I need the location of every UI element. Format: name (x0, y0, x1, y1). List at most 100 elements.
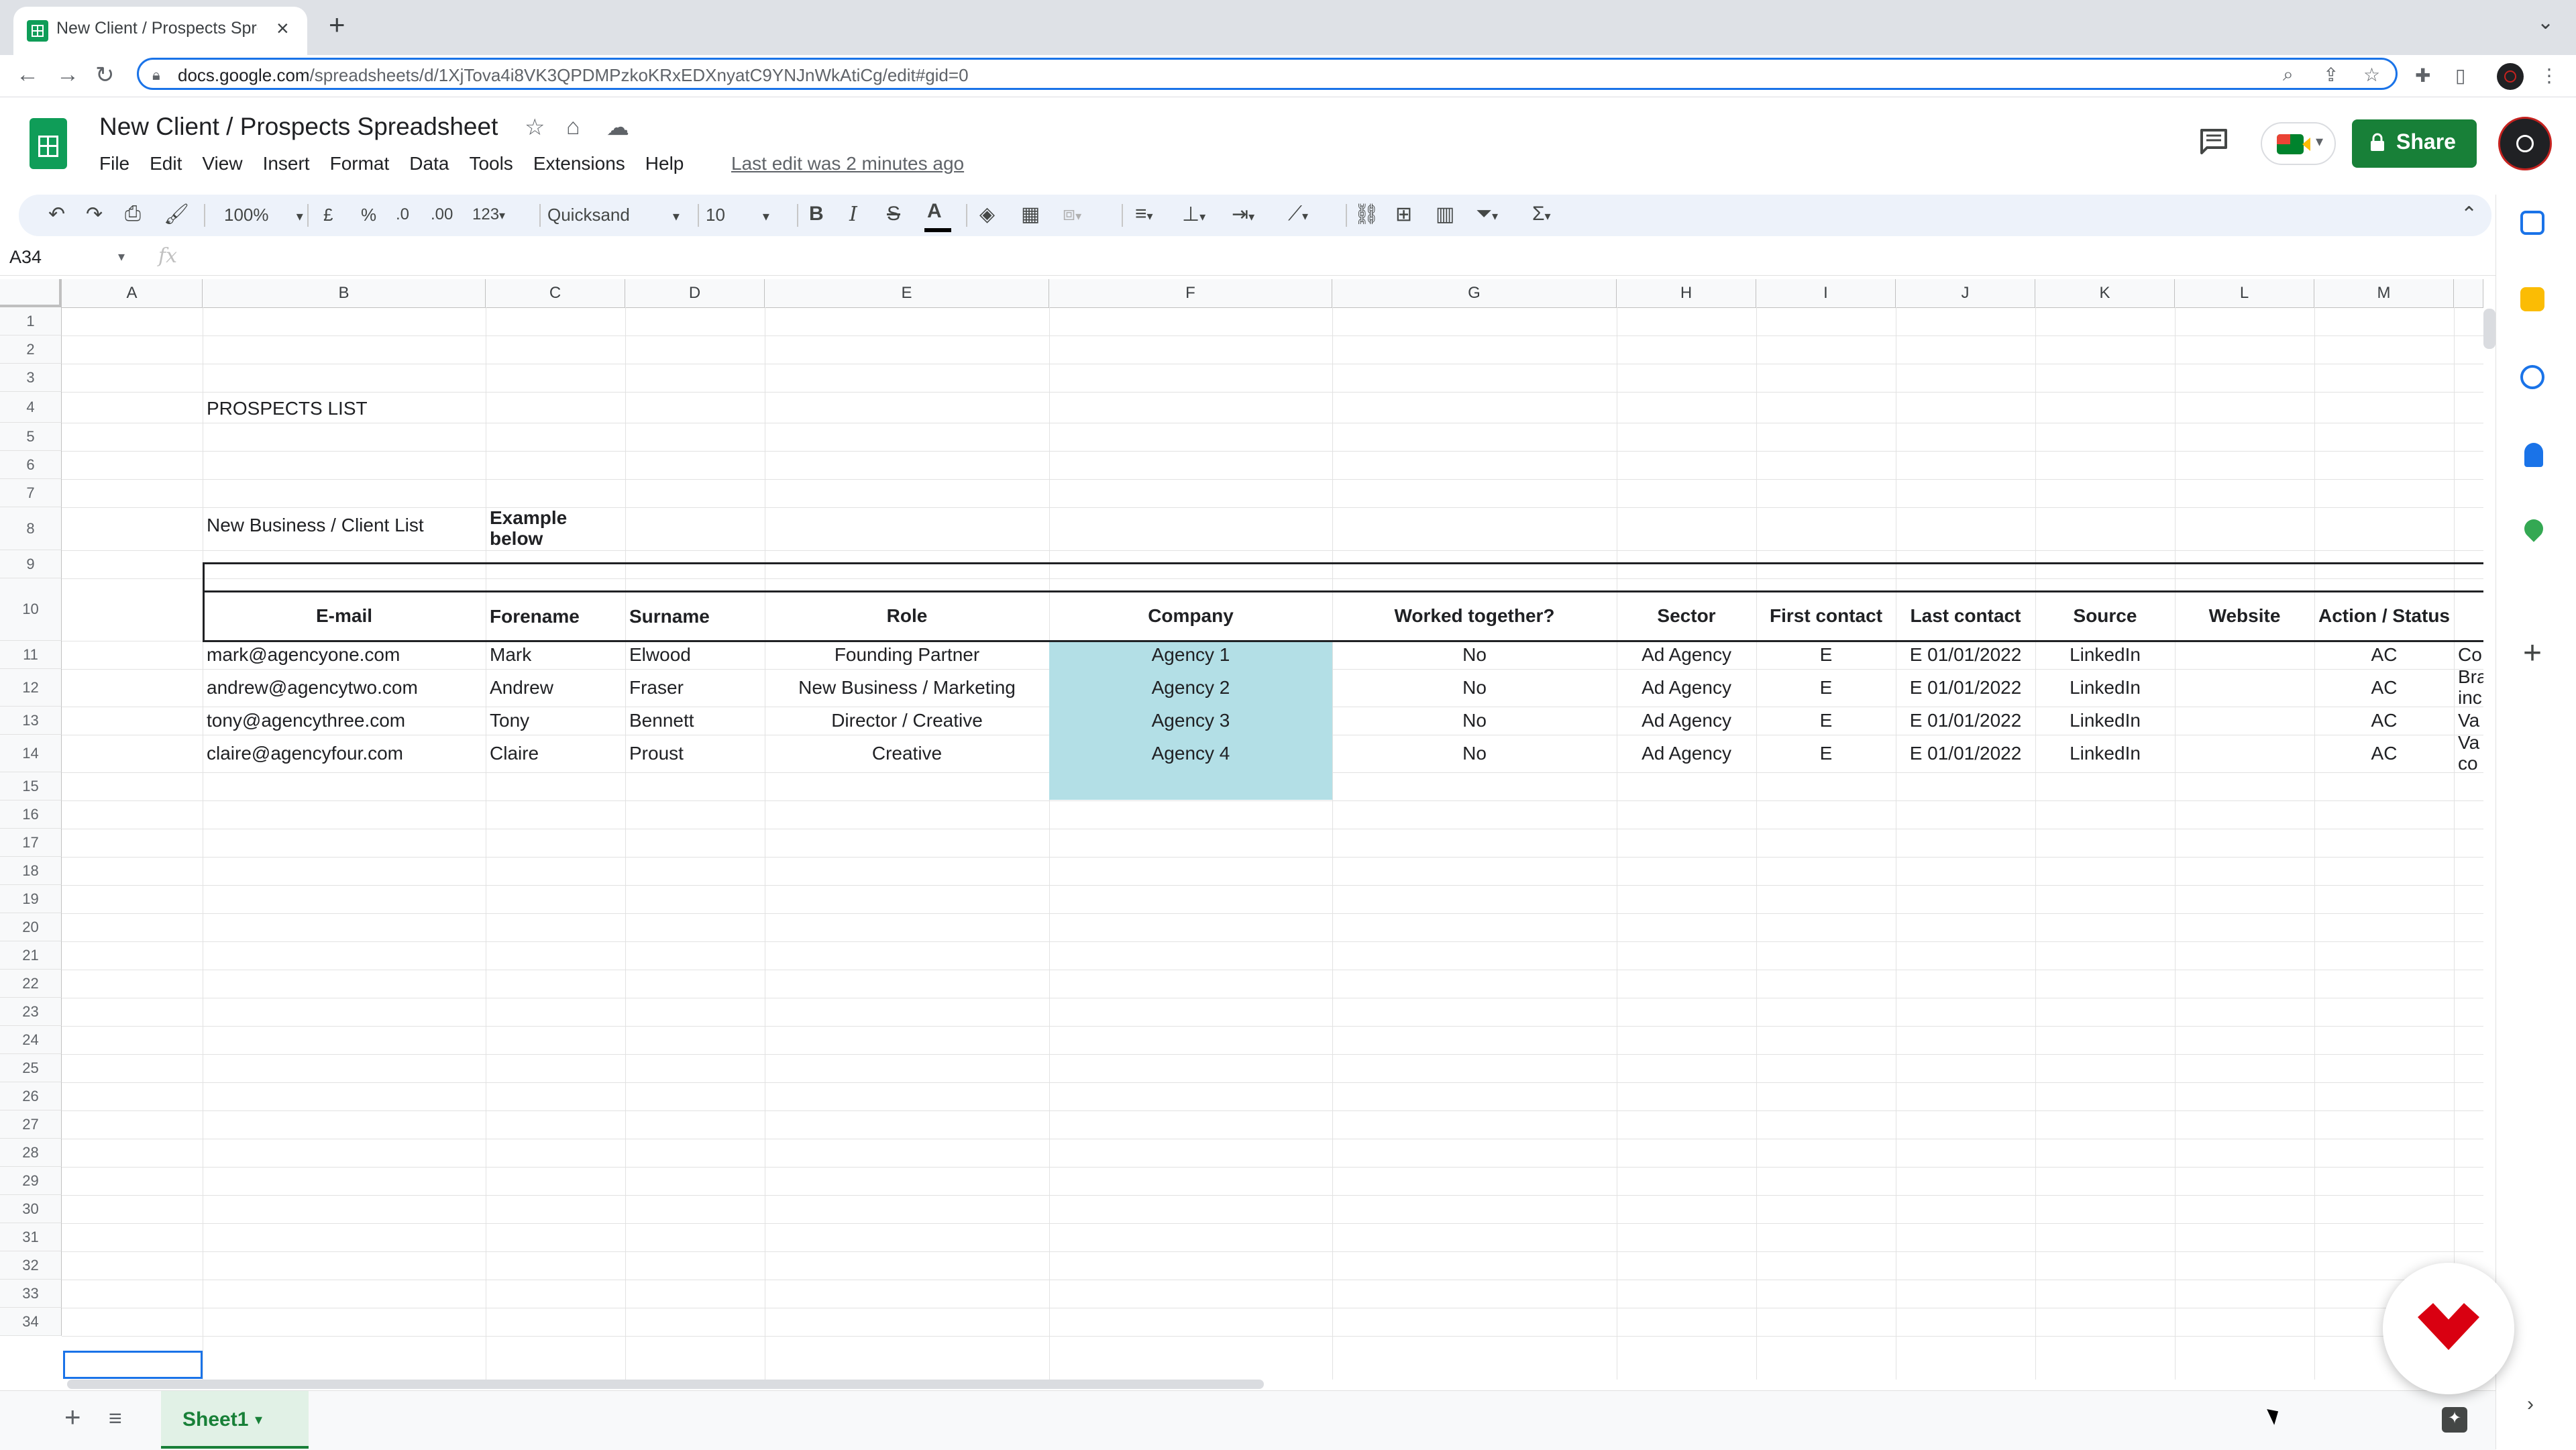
share-button[interactable]: Share (2352, 119, 2477, 168)
insert-chart-icon[interactable]: ▥ (1436, 203, 1454, 226)
more-formats-button[interactable]: 123▾ (472, 205, 505, 224)
italic-button[interactable]: I (849, 203, 857, 226)
reload-icon[interactable]: ↻ (95, 62, 115, 89)
menu-insert[interactable]: Insert (263, 153, 310, 180)
text-color-button[interactable]: A (927, 200, 942, 223)
tasks-icon[interactable] (2520, 365, 2544, 389)
cell-company[interactable]: Agency 1 (1049, 641, 1332, 669)
cell-company[interactable]: Agency 2 (1049, 669, 1332, 707)
header-sector[interactable]: Sector (1617, 592, 1756, 640)
row-header[interactable]: 30 (0, 1195, 62, 1223)
row-header[interactable]: 11 (0, 641, 62, 669)
borders-icon[interactable]: ▦ (1021, 203, 1040, 226)
contacts-icon[interactable] (2524, 443, 2543, 467)
currency-format-button[interactable]: £ (323, 205, 333, 225)
cell-first-contact[interactable]: E (1756, 669, 1896, 707)
get-add-ons-plus-icon[interactable]: + (2523, 637, 2542, 670)
meet-button[interactable]: ▾ (2261, 122, 2336, 165)
row-header[interactable]: 8 (0, 507, 62, 550)
show-side-panel-chevron-icon[interactable]: › (2527, 1393, 2534, 1416)
cell-role[interactable]: New Business / Marketing (765, 669, 1049, 707)
row-header[interactable]: 19 (0, 885, 62, 913)
cell-sector[interactable]: Ad Agency (1617, 669, 1756, 707)
text-wrapping-icon[interactable]: ⇥▾ (1232, 203, 1254, 226)
prospects-list-title[interactable]: PROSPECTS LIST (207, 395, 368, 423)
horizontal-align-icon[interactable]: ≡▾ (1135, 203, 1153, 225)
cell-worked-together[interactable]: No (1332, 669, 1617, 707)
vertical-scrollbar[interactable] (2483, 309, 2496, 349)
cell-source[interactable]: LinkedIn (2035, 707, 2175, 735)
cell-surname[interactable]: Bennett (625, 707, 765, 735)
account-avatar[interactable] (2498, 117, 2552, 170)
row-header[interactable]: 7 (0, 479, 62, 507)
header-first-contact[interactable]: First contact (1756, 592, 1896, 640)
header-last-contact[interactable]: Last contact (1896, 592, 2035, 640)
cell-action-status[interactable]: AC (2314, 641, 2454, 669)
header-website[interactable]: Website (2175, 592, 2314, 640)
add-sheet-icon[interactable]: + (64, 1403, 81, 1431)
cell-source[interactable]: LinkedIn (2035, 669, 2175, 707)
cell-role[interactable]: Director / Creative (765, 707, 1049, 735)
chevron-down-icon[interactable]: ▾ (118, 248, 125, 265)
row-header[interactable]: 34 (0, 1308, 62, 1336)
row-header[interactable]: 22 (0, 970, 62, 998)
star-icon[interactable]: ☆ (525, 114, 545, 141)
row-header[interactable]: 4 (0, 392, 62, 423)
extensions-puzzle-icon[interactable]: ✚ (2415, 64, 2430, 87)
name-box[interactable]: A34 (9, 247, 42, 268)
row-header[interactable]: 5 (0, 423, 62, 451)
cell-forename[interactable]: Claire (486, 735, 625, 772)
row-header[interactable]: 15 (0, 772, 62, 800)
cell-forename[interactable]: Mark (486, 641, 625, 669)
column-header-e[interactable]: E (765, 279, 1049, 307)
functions-sigma-icon[interactable]: Σ▾ (1532, 203, 1551, 225)
example-note[interactable]: Example below (490, 507, 621, 550)
cell-email[interactable]: mark@agencyone.com (203, 641, 486, 669)
cell-last-contact[interactable]: E 01/01/2022 (1896, 735, 2035, 772)
cell-company[interactable]: Agency 4 (1049, 735, 1332, 772)
document-title[interactable]: New Client / Prospects Spreadsheet (99, 113, 498, 141)
cell-worked-together[interactable]: No (1332, 707, 1617, 735)
bold-button[interactable]: B (809, 203, 824, 225)
zoom-select[interactable]: 100% ▾ (224, 205, 303, 225)
row-header[interactable]: 28 (0, 1139, 62, 1167)
cell-forename[interactable]: Andrew (486, 669, 625, 707)
column-header-g[interactable]: G (1332, 279, 1617, 307)
vertical-align-icon[interactable]: ⊥▾ (1182, 203, 1205, 226)
explore-icon[interactable] (2442, 1407, 2467, 1433)
cell-surname[interactable]: Proust (625, 735, 765, 772)
row-header[interactable]: 20 (0, 913, 62, 941)
cell-action-status[interactable]: AC (2314, 707, 2454, 735)
row-header[interactable]: 25 (0, 1054, 62, 1082)
row-header[interactable]: 3 (0, 364, 62, 392)
browser-profile-avatar[interactable] (2497, 63, 2524, 90)
percent-format-button[interactable]: % (361, 205, 376, 225)
zoom-icon[interactable]: ⌕ (2283, 64, 2294, 86)
new-tab-icon[interactable]: + (329, 11, 345, 39)
strikethrough-button[interactable]: S (887, 203, 900, 225)
maps-icon[interactable] (2520, 515, 2547, 542)
column-header-a[interactable]: A (62, 279, 203, 307)
cell-forename[interactable]: Tony (486, 707, 625, 735)
cell-action-status[interactable]: AC (2314, 669, 2454, 707)
client-list-subtitle[interactable]: New Business / Client List (207, 507, 424, 543)
chevron-down-icon[interactable]: ▾ (255, 1411, 262, 1429)
font-family-select[interactable]: Quicksand ▾ (547, 205, 680, 225)
row-header[interactable]: 24 (0, 1026, 62, 1054)
row-header[interactable]: 18 (0, 857, 62, 885)
cell-email[interactable]: tony@agencythree.com (203, 707, 486, 735)
cell-email[interactable]: claire@agencyfour.com (203, 735, 486, 772)
spreadsheet-grid[interactable]: A B C D E F G H I J K L M 1 2 3 4 5 6 7 8 9 10 11 1… (0, 279, 2483, 1380)
column-header-l[interactable]: L (2175, 279, 2314, 307)
cell-sector[interactable]: Ad Agency (1617, 707, 1756, 735)
cell-sector[interactable]: Ad Agency (1617, 735, 1756, 772)
move-folder-icon[interactable]: ⌂ (566, 114, 580, 140)
merge-cells-icon[interactable]: ⧈▾ (1063, 203, 1081, 225)
row-header[interactable]: 6 (0, 451, 62, 479)
selected-cell-a34[interactable] (63, 1351, 203, 1379)
undo-icon[interactable]: ↶ (48, 203, 65, 226)
cell-notes[interactable]: Va (2454, 707, 2483, 735)
header-source[interactable]: Source (2035, 592, 2175, 640)
cell-last-contact[interactable]: E 01/01/2022 (1896, 669, 2035, 707)
row-header[interactable]: 12 (0, 669, 62, 707)
